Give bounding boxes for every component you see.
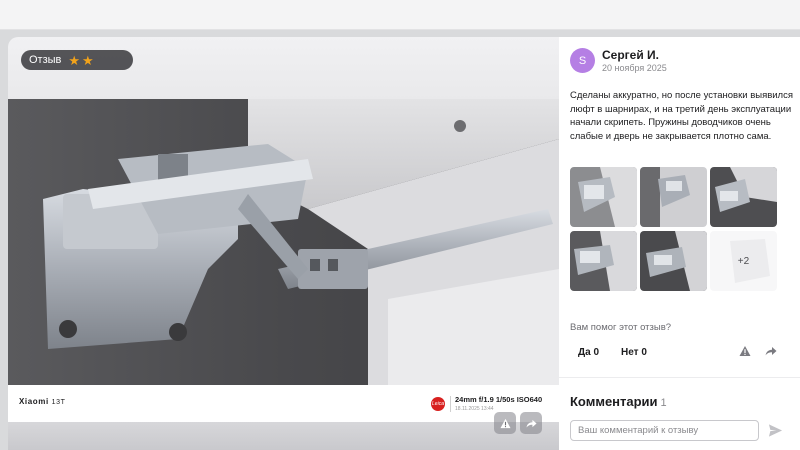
helpful-question: Вам помог этот отзыв? (570, 322, 672, 333)
leica-logo-text: Leica (432, 401, 444, 407)
report-photo-button[interactable] (494, 412, 516, 434)
vote-no-button[interactable]: Нет 0 (621, 343, 647, 361)
camera-model-sub: 13T (51, 399, 66, 406)
vote-yes-button[interactable]: Да 0 (578, 343, 599, 361)
section-divider (559, 377, 800, 378)
rating-stars: ★ ★ (68, 54, 93, 67)
exif-watermark: Xiaomi 13T Leica 24mm f/1.9 1/50s ISO640… (8, 385, 559, 422)
camera-model-name: Xiaomi (19, 397, 49, 406)
share-arrow-icon (526, 419, 537, 428)
photo-bottom-background (8, 422, 559, 450)
review-panel: S Сергей И. 20 ноября 2025 Сделаны аккур… (559, 37, 800, 450)
comments-count: 1 (660, 397, 667, 409)
star-icon: ★ (82, 52, 94, 68)
badge-label: Отзыв (29, 54, 62, 66)
photo-thumbnail[interactable] (570, 167, 637, 227)
comment-input[interactable] (570, 420, 759, 441)
send-icon[interactable] (768, 423, 783, 438)
photo-thumbnails: +2 (570, 167, 783, 291)
photo-thumbnail[interactable] (570, 231, 637, 291)
review-date: 20 ноября 2025 (602, 63, 667, 73)
leica-logo: Leica (431, 397, 445, 411)
review-text: Сделаны аккуратно, но после установки вы… (570, 90, 793, 142)
photo-thumbnail[interactable] (710, 167, 777, 227)
star-icon: ★ (68, 52, 81, 68)
top-bar (0, 0, 800, 30)
photo-thumbnail[interactable] (640, 231, 707, 291)
comments-title: Комментарии 1 (570, 394, 667, 409)
warning-icon (499, 418, 511, 428)
review-badge: Отзыв ★ ★ (21, 50, 133, 70)
photo-viewer: Отзыв ★ ★ Xiaomi 13T Leica 24mm f/1.9 1/… (8, 37, 559, 450)
camera-model: Xiaomi 13T (19, 397, 66, 406)
more-photos-count: +2 (737, 255, 750, 267)
hinge-photo-image (8, 99, 559, 385)
review-photo (8, 99, 559, 385)
review-author[interactable]: Сергей И. (602, 48, 659, 62)
share-arrow-icon[interactable] (765, 345, 777, 357)
photo-thumbnail[interactable] (640, 167, 707, 227)
exif-params: 24mm f/1.9 1/50s ISO640 (455, 395, 543, 404)
exif-date: 18.11.2025 13:44 (455, 406, 494, 412)
share-photo-button[interactable] (520, 412, 542, 434)
photo-thumbnail-more[interactable]: +2 (710, 231, 777, 291)
warning-icon[interactable] (739, 345, 751, 357)
comments-title-text: Комментарии (570, 394, 658, 409)
avatar: S (570, 48, 595, 73)
exif-divider (450, 396, 451, 412)
